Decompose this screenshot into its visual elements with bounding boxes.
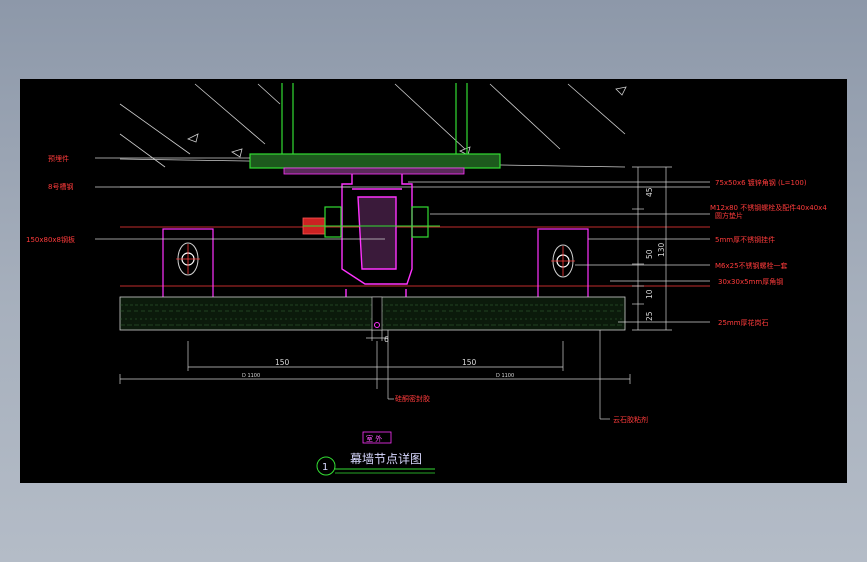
- dim-45: 45: [645, 187, 654, 197]
- label-silicone-sealant: 硅酮密封胶: [395, 394, 430, 403]
- label-channel-steel: 8号槽钢: [48, 182, 73, 191]
- detail-title-block: 1 幕墙节点详图: [316, 451, 435, 476]
- dim-left-150: 150: [275, 358, 290, 367]
- outdoor-tag: 室 外: [366, 434, 382, 443]
- label-angle-steel: 30x30x5mm厚角钢: [718, 277, 783, 286]
- dim-130: 130: [657, 242, 666, 257]
- curtain-wall-node-detail: 45 50 130 10 25 预埋件 8号槽钢 150x80x8钢板 75x5…: [26, 83, 827, 476]
- horizontal-dimensions: [119, 341, 631, 389]
- steel-column: [281, 83, 468, 154]
- label-m6-bolt: M6x25不锈钢螺栓一套: [715, 261, 788, 270]
- detail-title: 幕墙节点详图: [350, 451, 422, 466]
- dim-10: 10: [645, 289, 654, 299]
- granite-stone: [119, 296, 626, 331]
- dim-50: 50: [645, 249, 654, 259]
- dim-right-d: D 1100: [496, 373, 514, 379]
- label-embed-part: 预埋件: [48, 154, 69, 163]
- dim-25: 25: [645, 311, 654, 321]
- label-stone-adhesive: 云石胶粘剂: [613, 415, 648, 424]
- label-stainless-pendant: 5mm厚不锈钢挂件: [715, 235, 775, 244]
- dim-left-d: D 1100: [242, 373, 260, 379]
- label-galvanized-angle: 75x50x6 镀锌角钢 (L=100): [715, 178, 807, 187]
- label-washer: 圆方垫片: [715, 211, 743, 220]
- label-m12-bolt: M12x80 不锈钢螺栓及配件40x40x4: [710, 203, 827, 212]
- dim-right-150: 150: [462, 358, 477, 367]
- label-steel-plate: 150x80x8钢板: [26, 235, 75, 244]
- channel-assembly: [341, 174, 413, 307]
- embed-plate: [249, 153, 501, 169]
- detail-number: 1: [322, 462, 328, 473]
- cad-drawing-canvas: 45 50 130 10 25 预埋件 8号槽钢 150x80x8钢板 75x5…: [20, 79, 847, 483]
- label-granite: 25mm厚花岗石: [718, 318, 769, 327]
- embed-plate-hatch: [283, 167, 465, 175]
